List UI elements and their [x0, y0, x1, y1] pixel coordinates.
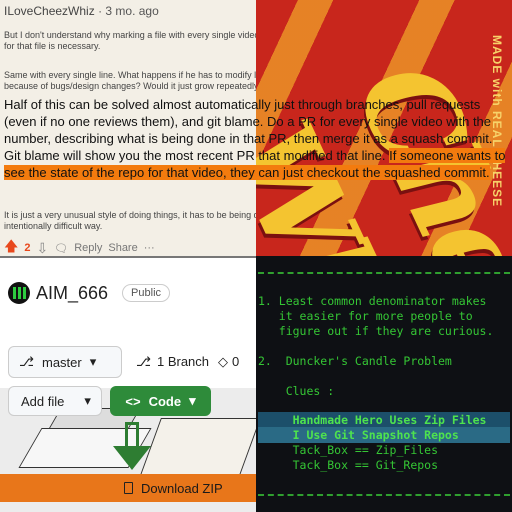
comment-username[interactable]: ILoveCheezWhiz	[4, 4, 95, 18]
branch-icon: ⎇	[136, 354, 151, 369]
term-line: it easier for more people to	[258, 309, 473, 323]
github-repo-panel: AIM_666 Public ⎇ master ▾ ⎇ 1 Branch ◇ 0…	[0, 256, 256, 512]
tag-icon: ◇	[218, 354, 228, 369]
upvote-icon[interactable]: 🡅	[4, 236, 18, 256]
arrow-head-icon	[113, 446, 151, 470]
reply-text-block: Half of this can be solved almost automa…	[4, 96, 510, 181]
reply-icon: 🗨	[54, 242, 69, 255]
branch-selector[interactable]: ⎇ master ▾	[8, 346, 122, 378]
tackbox-sketch	[139, 418, 256, 478]
repo-avatar-icon	[8, 282, 30, 304]
code-icon: <>	[125, 393, 141, 409]
code-button[interactable]: <> Code ▾	[110, 386, 211, 416]
terminal-notes-panel: 1. Least common denominator makes it eas…	[256, 256, 512, 512]
share-button[interactable]: Share	[108, 242, 137, 254]
visibility-badge: Public	[122, 284, 171, 302]
chevron-down-icon: ▾	[189, 393, 196, 408]
term-line: Tack_Box == Git_Repos	[258, 458, 439, 472]
term-line: Tack_Box == Zip_Files	[258, 443, 439, 457]
tag-count-link[interactable]: ◇ 0	[218, 354, 239, 370]
more-options-button[interactable]: ···	[144, 242, 155, 254]
repo-header: AIM_666 Public	[8, 282, 171, 304]
vote-count: 2	[24, 242, 31, 254]
term-line: 1. Least common denominator makes	[258, 294, 487, 308]
branch-name: master	[41, 354, 82, 370]
term-line: 2. Duncker's Candle Problem	[258, 354, 452, 368]
comment-header: ILoveCheezWhiz · 3 mo. ago	[4, 4, 159, 18]
tag-count-label: 0	[232, 354, 240, 369]
download-zip-label: Download ZIP	[141, 480, 223, 496]
add-file-label: Add file	[21, 393, 65, 409]
downvote-icon[interactable]: ⇩	[37, 240, 49, 257]
term-line-highlight: Handmade Hero Uses Zip Files	[258, 413, 487, 427]
repo-name[interactable]: AIM_666	[36, 283, 108, 304]
branch-count-link[interactable]: ⎇ 1 Branch	[136, 354, 209, 370]
reply-button[interactable]: Reply	[74, 242, 102, 254]
code-label: Code	[148, 393, 182, 409]
comment-actions: 🡅 2 ⇩ 🗨 Reply Share ···	[4, 236, 155, 256]
chevron-down-icon: ▾	[84, 393, 91, 408]
comment-time: · 3 mo. ago	[98, 4, 159, 18]
divider-bottom	[258, 494, 510, 496]
add-file-button[interactable]: Add file ▾	[8, 386, 102, 416]
arrow-down-icon	[125, 422, 139, 448]
branch-count-label: 1 Branch	[156, 354, 210, 369]
file-zip-icon	[124, 482, 133, 494]
comment-paragraph-2: Same with every single line. What happen…	[4, 70, 256, 91]
branch-icon: ⎇	[19, 354, 34, 369]
chevron-down-icon: ▾	[89, 354, 97, 369]
term-line: figure out if they are curious.	[258, 324, 494, 338]
comment-paragraph-3: It is just a very unusual style of doing…	[4, 210, 256, 231]
comment-paragraph-1: But I don't understand why marking a fil…	[4, 30, 256, 51]
term-line: Clues :	[258, 384, 335, 398]
divider-top	[258, 272, 510, 274]
term-line-highlight: I Use Git Snapshot Repos	[258, 428, 459, 442]
download-zip-item[interactable]: Download ZIP	[0, 474, 256, 502]
